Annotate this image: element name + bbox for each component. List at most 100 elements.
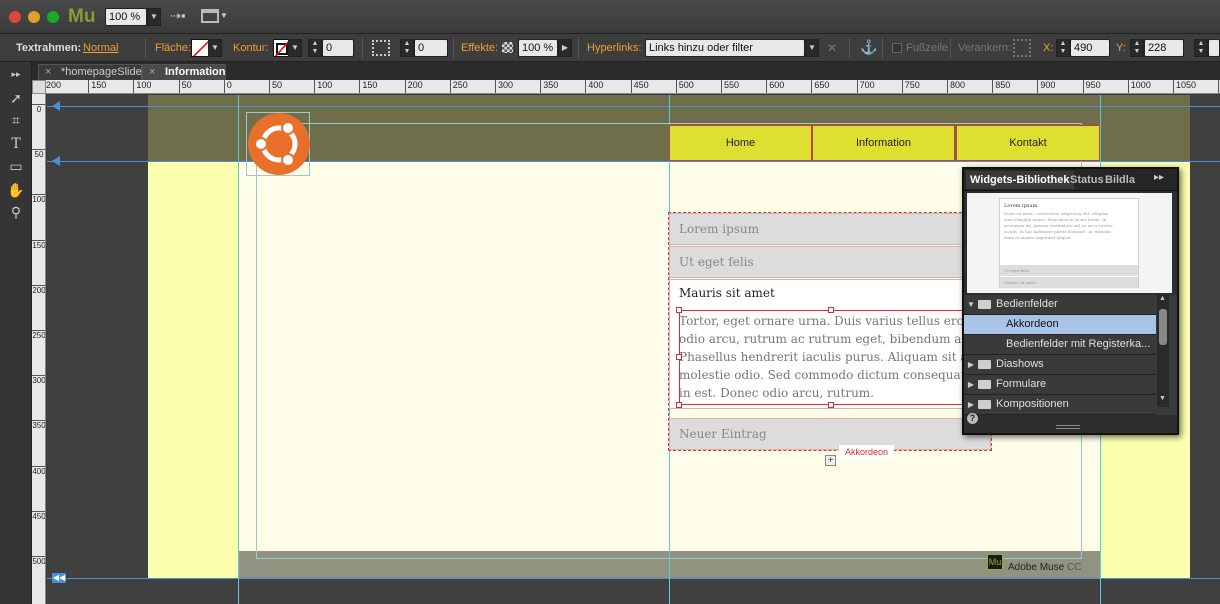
nav-information-button[interactable]: Information: [812, 125, 955, 161]
widget-label: Akkordeon: [839, 445, 894, 459]
tab-widgets-library[interactable]: Widgets-Bibliothek: [966, 171, 1074, 189]
tree-scrollbar[interactable]: ▲ ▼: [1157, 295, 1169, 407]
control-panel: Textrahmen: Normal Fläche: ▼ Kontur: ▼ ▲…: [0, 34, 1220, 62]
tab-information[interactable]: × Information: [142, 64, 226, 80]
scroll-up-icon[interactable]: ▲: [1159, 295, 1166, 302]
tree-folder-diashows[interactable]: ▶ Diashows: [964, 355, 1156, 375]
y-label: Y:: [1116, 42, 1126, 54]
zoom-tool-icon[interactable]: ⚲: [4, 202, 28, 222]
widgets-library-panel[interactable]: Widgets-Bibliothek Status Bildla ▸▸ Lore…: [962, 167, 1179, 435]
rectangle-tool-icon[interactable]: ▭: [4, 156, 28, 176]
resize-handle[interactable]: [676, 402, 682, 408]
logo-frame[interactable]: [246, 112, 310, 176]
corner-stepper[interactable]: ▲ ▼: [400, 39, 414, 57]
ruler-tick-label: 150: [88, 80, 106, 93]
accordion-open-panel[interactable]: Mauris sit amet Tortor, eget ornare urna…: [669, 279, 991, 409]
preview-dropdown-icon[interactable]: ▼: [220, 11, 228, 20]
nav-home-button[interactable]: Home: [669, 125, 812, 161]
close-window-button[interactable]: [9, 11, 21, 23]
add-entry-icon[interactable]: +: [825, 455, 836, 466]
resize-handle[interactable]: [828, 402, 834, 408]
accordion-item-ut-eget-felis[interactable]: Ut eget felis: [669, 246, 991, 278]
tree-item-bedienfelder-register[interactable]: Bedienfelder mit Registerka...: [964, 335, 1156, 355]
w-field[interactable]: [1208, 39, 1220, 57]
selection-tool-icon[interactable]: ➚: [4, 88, 28, 108]
resize-handle[interactable]: [676, 354, 682, 360]
anchor-grid-icon[interactable]: [1013, 39, 1031, 57]
accordion-open-title[interactable]: Mauris sit amet: [679, 286, 775, 300]
stroke-stepper[interactable]: ▲ ▼: [308, 39, 322, 57]
panel-menu-icon[interactable]: ▸▸: [1154, 172, 1164, 183]
fill-label[interactable]: Fläche:: [155, 42, 191, 54]
ruler-tick-label: 50: [32, 149, 45, 159]
zoom-window-button[interactable]: [47, 11, 59, 23]
page-export-icon[interactable]: ⇢▪: [170, 8, 190, 26]
tree-folder-bedienfelder[interactable]: ▼ Bedienfelder: [964, 295, 1156, 315]
hyperlinks-label[interactable]: Hyperlinks:: [587, 42, 641, 54]
guide-handle-icon[interactable]: ◀◀: [52, 573, 66, 583]
x-field[interactable]: 490: [1070, 39, 1110, 57]
x-label: X:: [1043, 42, 1054, 54]
close-tab-icon[interactable]: ×: [149, 65, 155, 80]
fill-dropdown-icon[interactable]: ▼: [208, 39, 222, 57]
guide-handle-icon[interactable]: [52, 101, 60, 111]
collapsed-triangle-icon[interactable]: ▶: [964, 355, 978, 374]
badge-cc: CC: [1066, 562, 1082, 573]
effects-label[interactable]: Effekte:: [461, 42, 498, 54]
zoom-field[interactable]: 100 %: [105, 8, 147, 26]
stroke-label[interactable]: Kontur:: [233, 42, 268, 54]
tab-status[interactable]: Status: [1070, 171, 1104, 189]
stroke-dropdown-icon[interactable]: ▼: [288, 39, 302, 57]
y-field[interactable]: 228: [1144, 39, 1184, 57]
tree-folder-kompositionen[interactable]: ▶ Kompositionen: [964, 395, 1156, 415]
clear-link-icon[interactable]: ✕: [827, 41, 837, 55]
guide-line[interactable]: [47, 578, 1220, 579]
expanded-triangle-icon[interactable]: ▼: [964, 295, 978, 314]
text-tool-icon[interactable]: T: [4, 134, 28, 154]
tree-folder-formulare[interactable]: ▶ Formulare: [964, 375, 1156, 395]
hyperlinks-field[interactable]: Links hinzu oder filter: [645, 39, 805, 57]
ruler-tick-label: 100: [32, 194, 46, 205]
help-icon[interactable]: ?: [967, 413, 978, 424]
collapse-tools-icon[interactable]: ▸▸: [4, 64, 28, 84]
accordion-new-entry[interactable]: Neuer Eintrag: [669, 418, 991, 450]
folder-icon: [978, 379, 991, 389]
x-stepper[interactable]: ▲ ▼: [1056, 39, 1070, 57]
tree-label: Bedienfelder: [996, 298, 1058, 310]
crop-tool-icon[interactable]: ⌗: [4, 110, 28, 130]
resize-handle[interactable]: [828, 307, 834, 313]
zoom-dropdown-icon[interactable]: ▼: [147, 8, 161, 26]
corner-radius-field[interactable]: 0: [414, 39, 448, 57]
text-selection-frame[interactable]: [679, 310, 984, 405]
panel-resize-grip-icon[interactable]: [1056, 425, 1080, 429]
hand-tool-icon[interactable]: ✋: [4, 180, 28, 200]
textframe-style-link[interactable]: Normal: [83, 42, 118, 54]
collapsed-triangle-icon[interactable]: ▶: [964, 375, 978, 394]
accordion-item-lorem-ipsum[interactable]: Lorem ipsum: [669, 213, 991, 245]
minimize-window-button[interactable]: [28, 11, 40, 23]
scrollbar-thumb[interactable]: [1159, 309, 1167, 345]
anchor-icon[interactable]: ⚓: [860, 39, 877, 56]
close-tab-icon[interactable]: ×: [45, 65, 51, 80]
tab-bildlayer[interactable]: Bildla: [1105, 171, 1135, 189]
tab-homepage-slider[interactable]: × *homepageSlider: [38, 64, 145, 80]
guide-line[interactable]: [47, 106, 1220, 107]
stroke-width-field[interactable]: 0: [322, 39, 354, 57]
scroll-down-icon[interactable]: ▼: [1159, 395, 1166, 402]
fill-swatch[interactable]: [191, 39, 209, 57]
tree-item-akkordeon[interactable]: Akkordeon: [964, 315, 1156, 335]
w-stepper[interactable]: ▲ ▼: [1194, 39, 1208, 57]
ruler-tick-label: 750: [901, 80, 920, 93]
nav-kontakt-button[interactable]: Kontakt: [956, 125, 1100, 161]
hyperlinks-dropdown-icon[interactable]: ▼: [805, 39, 819, 57]
collapsed-triangle-icon[interactable]: ▶: [964, 395, 978, 414]
opacity-field[interactable]: 100 %: [518, 39, 558, 57]
resize-handle[interactable]: [676, 307, 682, 313]
preview-mode-icon[interactable]: [201, 9, 219, 23]
opacity-arrow-icon[interactable]: ▶: [558, 39, 572, 57]
guide-handle-icon[interactable]: [52, 156, 60, 166]
ruler-tick-label: 850: [992, 80, 1010, 93]
stroke-swatch[interactable]: [273, 39, 289, 57]
footer-checkbox[interactable]: [892, 43, 902, 53]
y-stepper[interactable]: ▲ ▼: [1130, 39, 1144, 57]
